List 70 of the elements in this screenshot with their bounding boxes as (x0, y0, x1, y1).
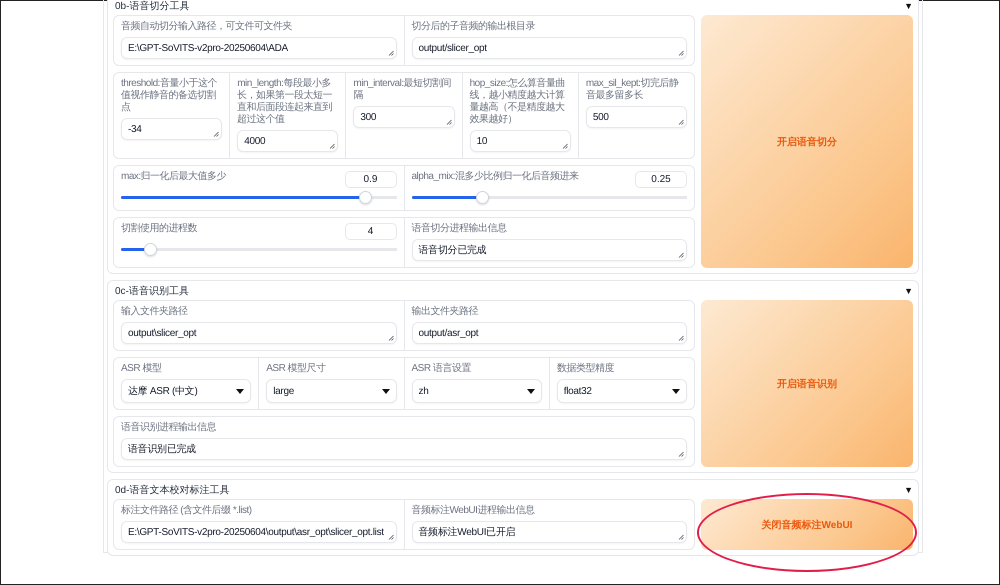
field-label: ASR 模型尺寸 (266, 363, 327, 375)
text-field[interactable]: output/asr_opt (412, 322, 687, 344)
caret-icon (236, 388, 244, 394)
field-label: 输出文件夹路径 (412, 306, 480, 318)
number-field[interactable]: 4 (344, 223, 396, 240)
dropdown[interactable]: float32 (556, 379, 687, 403)
text-field[interactable]: 音频标注WebUI已开启 (412, 521, 687, 543)
field-label: 音频标注WebUI进程输出信息 (412, 505, 536, 517)
field-label: max:归一化后最大值多少 (121, 171, 226, 183)
field-label: 标注文件路径 (含文件后缀 *.list) (121, 505, 253, 517)
resize-handle-icon (562, 143, 568, 149)
field-label: max_sil_kept:切完后静音最多留多长 (586, 78, 680, 102)
collapse-toggle[interactable]: ▼ (904, 286, 913, 296)
field-label: hop_size:怎么算音量曲线，越小精度越大计算量越高（不是精度越大效果越好） (470, 78, 566, 126)
field-label: 语音切分进程输出信息 (412, 223, 508, 235)
field-label: alpha_mix:混多少比例归一化后音频进来 (412, 171, 578, 183)
resize-handle-icon (388, 335, 394, 341)
dropdown[interactable]: large (266, 379, 396, 403)
resize-handle-icon (388, 50, 394, 56)
dropdown-value: float32 (564, 386, 592, 396)
text-field[interactable]: 4000 (237, 130, 338, 152)
number-field[interactable]: 0.9 (344, 171, 396, 188)
resize-handle-icon (678, 451, 684, 457)
dropdown-value: zh (418, 386, 428, 396)
resize-handle-icon (329, 143, 336, 149)
caret-icon (672, 388, 680, 394)
field-label: 切分后的子音频的输出根目录 (412, 21, 536, 33)
resize-handle-icon (446, 119, 452, 125)
text-field[interactable]: output\slicer_opt (121, 322, 396, 344)
field-label: 数据类型精度 (556, 363, 615, 375)
section-title: 0b-语音切分工具 (114, 0, 190, 12)
resize-handle-icon (678, 252, 684, 258)
field-label: threshold:音量小于这个值视作静音的备选切割点 (121, 78, 218, 114)
dropdown-value: large (273, 386, 294, 396)
field-label: 语音识别进程输出信息 (121, 422, 217, 434)
text-field[interactable]: 500 (586, 106, 688, 128)
resize-handle-icon (388, 534, 394, 540)
field-label: min_length:每段最小多长，如果第一段太短一直和后面段连起来直到超过这个值 (237, 78, 334, 126)
text-field[interactable]: output/slicer_opt (412, 37, 687, 59)
dropdown[interactable]: zh (412, 379, 542, 403)
section-title: 0c-语音识别工具 (114, 284, 189, 298)
resize-handle-icon (678, 50, 684, 56)
slider-thumb[interactable] (144, 243, 158, 256)
text-field[interactable]: E:\GPT-SoVITS-v2pro-20250604\ADA (121, 37, 396, 59)
section-title: 0d-语音文本校对标注工具 (114, 484, 230, 496)
caret-icon (382, 388, 390, 394)
field-label: 切割使用的进程数 (121, 223, 197, 235)
text-field[interactable]: 10 (470, 130, 571, 152)
text-field[interactable]: 语音切分已完成 (412, 239, 687, 261)
dropdown-value: 达摩 ASR (中文) (128, 384, 198, 398)
collapse-toggle[interactable]: ▼ (904, 0, 913, 10)
slider-thumb[interactable] (359, 191, 372, 204)
resize-handle-icon (678, 534, 684, 540)
number-field[interactable]: 0.25 (635, 171, 687, 188)
resize-handle-icon (678, 119, 684, 125)
resize-handle-icon (213, 131, 220, 137)
slider-thumb[interactable] (476, 191, 490, 204)
field-label: min_interval:最短切割间隔 (353, 78, 452, 102)
field-label: 音频自动切分输入路径，可文件可文件夹 (121, 21, 293, 33)
dropdown[interactable]: 达摩 ASR (中文) (121, 379, 252, 403)
resize-handle-icon (678, 335, 684, 341)
field-label: 输入文件夹路径 (121, 306, 189, 318)
text-field[interactable]: E:\GPT-SoVITS-v2pro-20250604\output\asr_opt\slicer_opt.list (121, 521, 396, 543)
text-field[interactable]: 300 (353, 106, 455, 128)
field-label: ASR 模型 (121, 363, 162, 375)
text-field[interactable]: 语音识别已完成 (121, 438, 687, 460)
text-field[interactable]: -34 (121, 118, 222, 140)
field-label: ASR 语言设置 (412, 363, 472, 375)
caret-icon (526, 388, 535, 394)
collapse-toggle[interactable]: ▼ (904, 484, 913, 494)
